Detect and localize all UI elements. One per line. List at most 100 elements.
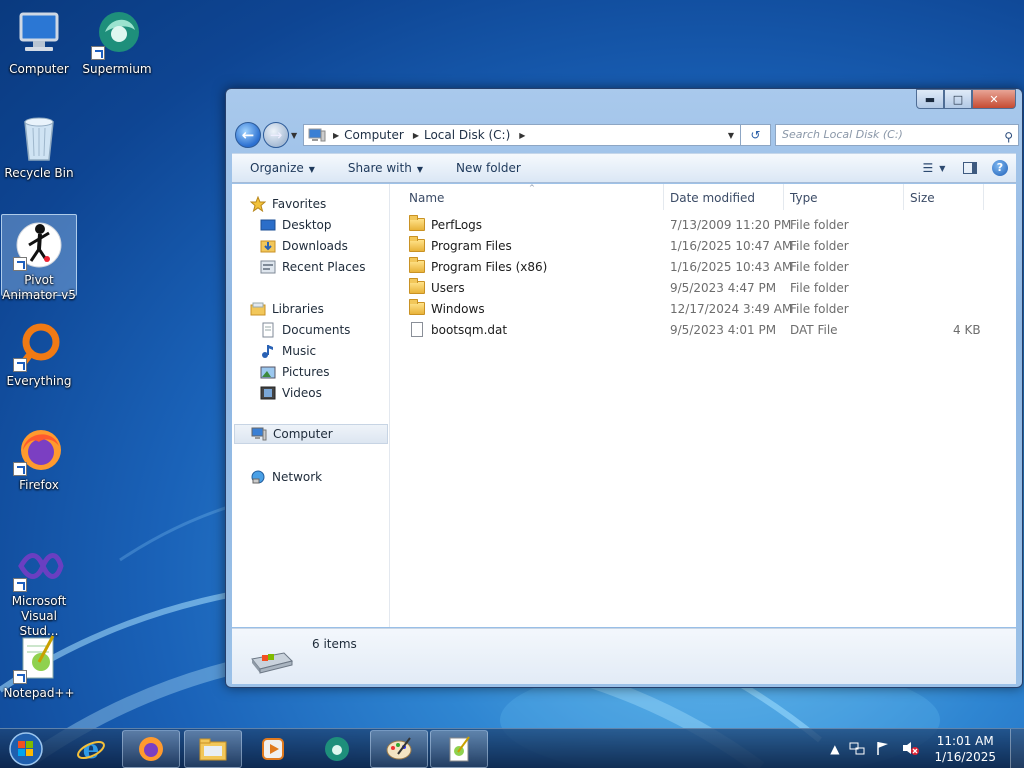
pictures-icon [260,364,276,380]
desktop-icon-pivot-animator[interactable]: Pivot Animator v5 [1,214,77,302]
forward-button[interactable]: → [263,122,289,148]
nav-music[interactable]: Music [260,341,316,361]
nav-network[interactable]: Network [250,467,322,487]
downloads-folder-icon [260,238,276,254]
nav-favorites[interactable]: Favorites [249,194,326,214]
desktop-icon-supermium[interactable]: Supermium [79,4,155,77]
desktop-icon-computer[interactable]: Computer [1,4,77,77]
taskbar-supermium[interactable] [308,730,366,768]
file-date: 9/5/2023 4:47 PM [670,281,777,295]
visual-studio-icon [13,540,65,592]
nav-libraries[interactable]: Libraries [250,299,324,319]
nav-music-label: Music [282,344,317,358]
action-center-flag-icon[interactable] [875,740,891,759]
share-with-label: Share with [347,161,412,175]
organize-button[interactable]: Organize ▼ [232,161,330,175]
file-type: File folder [790,239,849,253]
address-dropdown-icon[interactable]: ▼ [728,131,734,140]
file-list: Name ^ Date modified Type Size PerfLogs … [391,184,1016,627]
breadcrumb-separator[interactable]: ▶ [330,131,342,140]
column-divider[interactable] [663,184,664,210]
volume-muted-icon[interactable] [901,740,920,759]
nav-videos[interactable]: Videos [260,383,322,403]
nav-desktop-label: Desktop [282,218,332,232]
pivot-animator-icon [13,219,65,271]
breadcrumb-separator[interactable]: ▶ [410,131,422,140]
libraries-icon [250,301,266,317]
desktop-icon-visual-studio[interactable]: Microsoft Visual Stud... [1,536,77,639]
nav-downloads-label: Downloads [282,239,348,253]
desktop-icon-firefox[interactable]: Firefox [1,420,77,493]
folder-icon [409,215,425,231]
close-button[interactable]: ✕ [972,89,1016,109]
nav-computer-label: Computer [273,427,333,441]
taskbar-media-player[interactable] [244,730,302,768]
file-name: Users [431,281,465,295]
breadcrumb-separator[interactable]: ▶ [516,131,528,140]
search-input[interactable]: Search Local Disk (C:) ⚲ [775,124,1019,146]
window-controls: ▬ □ ✕ [916,89,1016,109]
file-row[interactable]: PerfLogs 7/13/2009 11:20 PM File folder [391,215,1016,236]
nav-pictures[interactable]: Pictures [260,362,330,382]
desktop-icon-label: Notepad++ [3,686,75,700]
column-divider[interactable] [783,184,784,210]
file-row[interactable]: Program Files (x86) 1/16/2025 10:43 AM F… [391,257,1016,278]
desktop-icon-recycle-bin[interactable]: Recycle Bin [1,108,77,181]
change-view-button[interactable]: ☰ ▼ [916,158,952,178]
taskbar-paint[interactable] [370,730,428,768]
details-pane: 6 items [232,628,1016,684]
start-button[interactable] [4,731,48,767]
nav-downloads[interactable]: Downloads [260,236,348,256]
network-tray-icon[interactable] [849,740,865,759]
back-button[interactable]: ← [235,122,261,148]
column-header-size[interactable]: Size [910,190,935,210]
file-row[interactable]: Users 9/5/2023 4:47 PM File folder [391,278,1016,299]
column-divider[interactable] [983,184,984,210]
taskbar-explorer[interactable] [184,730,242,768]
folder-icon [409,236,425,252]
navigation-pane: Favorites Desktop Downloads Recent Place… [232,184,390,627]
column-divider[interactable] [903,184,904,210]
share-with-button[interactable]: Share with ▼ [330,161,438,175]
nav-desktop[interactable]: Desktop [260,215,332,235]
desktop-folder-icon [260,217,276,233]
nav-documents[interactable]: Documents [260,320,350,340]
new-folder-button[interactable]: New folder [438,161,536,175]
file-row[interactable]: Windows 12/17/2024 3:49 AM File folder [391,299,1016,320]
maximize-button[interactable]: □ [944,89,972,109]
desktop-icon-everything[interactable]: Everything [1,316,77,389]
taskbar-firefox[interactable] [122,730,180,768]
refresh-button[interactable]: ↺ [740,124,770,146]
taskbar-internet-explorer[interactable]: e [62,730,120,768]
desktop-icon-notepadpp[interactable]: Notepad++ [1,628,77,701]
recent-pages-dropdown[interactable]: ▼ [291,131,297,140]
file-date: 1/16/2025 10:47 AM [670,239,793,253]
taskbar-notepadpp[interactable] [430,730,488,768]
view-controls: ☰ ▼ ? [910,158,1012,178]
file-row[interactable]: bootsqm.dat 9/5/2023 4:01 PM DAT File 4 … [391,320,1016,341]
breadcrumb-computer[interactable]: Computer [342,128,410,142]
file-type: File folder [790,302,849,316]
file-row[interactable]: Program Files 1/16/2025 10:47 AM File fo… [391,236,1016,257]
desktop-icon-label: Firefox [19,478,59,492]
clock[interactable]: 11:01 AM 1/16/2025 [934,733,996,765]
help-button[interactable]: ? [988,158,1012,178]
chevron-down-icon: ▼ [416,165,423,174]
column-header-type[interactable]: Type [790,190,818,210]
file-date: 9/5/2023 4:01 PM [670,323,777,337]
nav-computer[interactable]: Computer [234,424,388,444]
column-header-name[interactable]: Name [409,190,444,210]
column-header-date[interactable]: Date modified [670,190,755,210]
address-bar[interactable]: ▶ Computer ▶ Local Disk (C:) ▶ ▼ ↺ [303,124,771,146]
minimize-button[interactable]: ▬ [916,89,944,109]
supermium-icon [325,737,349,761]
show-desktop-button[interactable] [1010,729,1024,768]
explorer-window: ▬ □ ✕ ← → ▼ ▶ Computer ▶ Local Disk (C:)… [225,88,1023,688]
chevron-down-icon: ▼ [939,163,946,173]
search-icon[interactable]: ⚲ [1004,127,1013,147]
show-hidden-icons-button[interactable]: ▲ [830,742,839,756]
breadcrumb-local-disk[interactable]: Local Disk (C:) [422,128,516,142]
nav-recent-places-label: Recent Places [282,260,366,274]
preview-pane-button[interactable] [958,158,982,178]
nav-recent-places[interactable]: Recent Places [260,257,365,277]
